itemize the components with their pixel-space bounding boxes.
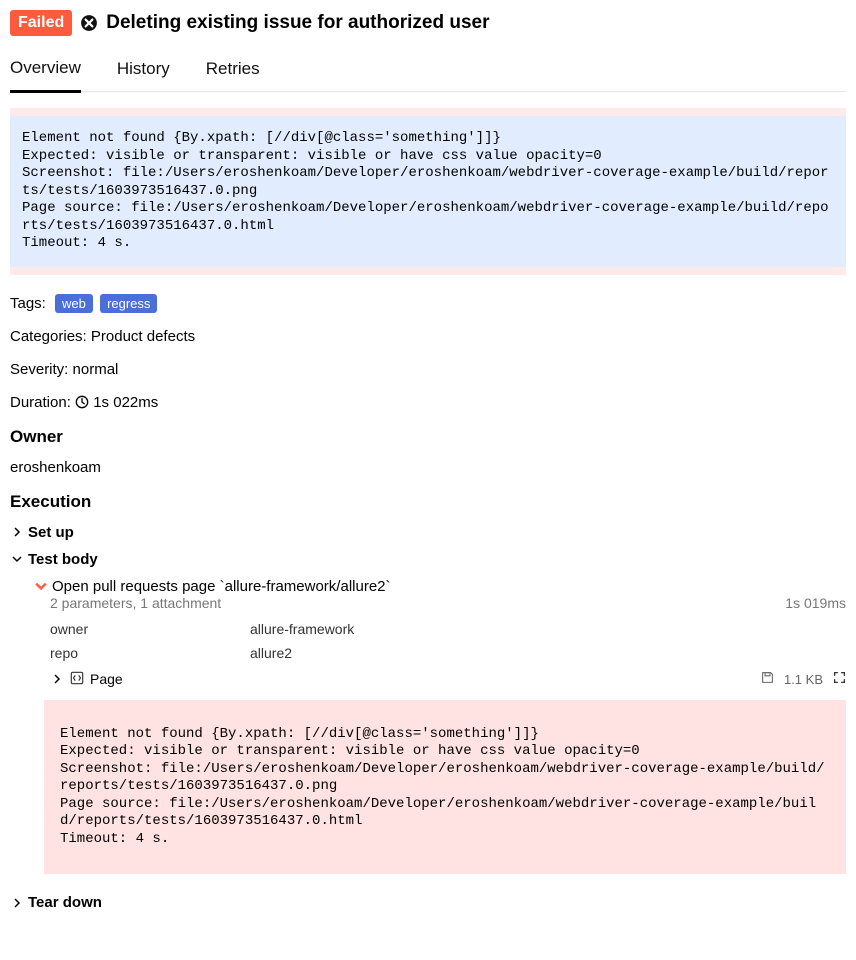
tag-web[interactable]: web (55, 294, 93, 313)
param-table: owner allure-framework repo allure2 (34, 617, 846, 665)
tab-history[interactable]: History (117, 48, 170, 91)
expand-icon[interactable] (833, 671, 846, 687)
step-subtext: 2 parameters, 1 attachment (50, 595, 221, 611)
param-row-repo: repo allure2 (50, 641, 846, 665)
param-value: allure2 (250, 641, 292, 665)
categories-label: Categories: (10, 328, 87, 345)
tab-bar: Overview History Retries (10, 48, 846, 92)
param-key: repo (50, 641, 250, 665)
clock-icon (75, 394, 93, 411)
save-icon[interactable] (761, 671, 774, 687)
categories-value: Product defects (91, 328, 195, 345)
duration-row: Duration: 1s 022ms (10, 394, 846, 411)
categories-row: Categories: Product defects (10, 328, 846, 345)
failed-icon (80, 14, 98, 32)
chevron-right-icon (10, 527, 24, 537)
tag-regress[interactable]: regress (100, 294, 157, 313)
step-subline: 2 parameters, 1 attachment 1s 019ms (34, 595, 846, 611)
step-time: 1s 019ms (785, 595, 846, 611)
chevron-down-icon (34, 580, 48, 592)
step-name: Open pull requests page `allure-framewor… (52, 578, 391, 595)
step-toggle[interactable]: Open pull requests page `allure-framewor… (34, 578, 846, 595)
step: Open pull requests page `allure-framewor… (10, 578, 846, 875)
owner-heading: Owner (10, 427, 846, 447)
status-badge: Failed (10, 10, 72, 36)
setup-label: Set up (28, 524, 74, 541)
severity-row: Severity: normal (10, 361, 846, 378)
step-error-message: Element not found {By.xpath: [//div[@cla… (44, 700, 846, 875)
testbody-label: Test body (28, 551, 98, 568)
testbody-toggle[interactable]: Test body (10, 551, 846, 568)
setup-toggle[interactable]: Set up (10, 524, 846, 541)
tab-overview[interactable]: Overview (10, 48, 81, 93)
severity-label: Severity: (10, 361, 68, 378)
error-panel: Element not found {By.xpath: [//div[@cla… (10, 108, 846, 275)
chevron-right-icon (10, 898, 24, 908)
attachment-size: 1.1 KB (784, 672, 823, 687)
chevron-down-icon (10, 554, 24, 564)
duration-value: 1s 022ms (93, 394, 158, 411)
execution-heading: Execution (10, 492, 846, 512)
duration-label: Duration: (10, 394, 71, 411)
teardown-toggle[interactable]: Tear down (10, 894, 846, 911)
tags-row: Tags: web regress (10, 295, 846, 312)
attachment-row[interactable]: Page 1.1 KB (34, 665, 846, 694)
error-message: Element not found {By.xpath: [//div[@cla… (10, 116, 846, 267)
teardown-label: Tear down (28, 894, 102, 911)
test-title: Deleting existing issue for authorized u… (106, 12, 489, 34)
param-key: owner (50, 617, 250, 641)
owner-value: eroshenkoam (10, 459, 846, 476)
param-value: allure-framework (250, 617, 354, 641)
severity-value: normal (73, 361, 119, 378)
param-row-owner: owner allure-framework (50, 617, 846, 641)
test-header: Failed Deleting existing issue for autho… (10, 10, 846, 36)
code-icon (70, 671, 84, 688)
tab-retries[interactable]: Retries (206, 48, 260, 91)
attachment-name: Page (90, 671, 123, 687)
chevron-right-icon (50, 674, 64, 684)
tags-label: Tags: (10, 295, 46, 312)
